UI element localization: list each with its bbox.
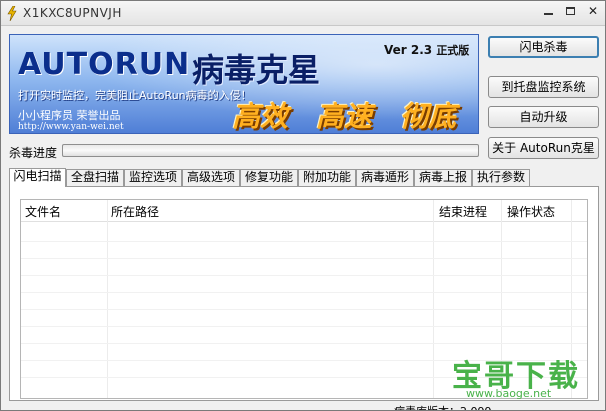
banner: AUTORUN 病毒克星 Ver 2.3 正式版 打开实时监控，完美阻止Auto… [9,34,479,134]
watermark: 宝哥下载 www.baoge.net [452,351,602,401]
col-filename[interactable]: 文件名 [25,203,61,220]
close-icon: ✕ [587,4,599,18]
slogan: 打开实时监控，完美阻止AutoRun病毒的入侵！ [18,89,252,102]
tab-extra[interactable]: 附加功能 [298,169,356,186]
author: 小小程序员 荣誉出品 [18,109,121,122]
virus-db-version: 病毒库版本：2.099 [394,403,492,410]
row-line [21,292,587,293]
tab-full-scan[interactable]: 全盘扫描 [66,169,124,186]
version-number: Ver 2.3 [384,43,433,57]
tray-monitor-button[interactable]: 到托盘监控系统 [488,76,599,98]
col-path[interactable]: 所在路径 [111,203,159,220]
minimize-icon [543,13,553,15]
tab-virus-stealth[interactable]: 病毒遁形 [356,169,414,186]
lightning-icon [7,6,17,21]
logo-text: AUTORUN [18,47,191,82]
col-end-process[interactable]: 结束进程 [439,203,487,220]
logo-cn: 病毒克星 [192,51,321,89]
app-window: X1KXC8UPNVJH ✕ AUTORUN 病毒克星 Ver 2.3 正式版 … [0,0,606,411]
auto-upgrade-button[interactable]: 自动升级 [488,106,599,128]
watermark-url: www.baoge.net [466,387,552,400]
author-url: http://www.yan-wei.net [18,122,124,132]
row-line [21,309,587,310]
window-title: X1KXC8UPNVJH [23,6,122,20]
column-divider [433,200,434,398]
row-line [21,343,587,344]
maximize-icon [565,7,575,15]
flash-kill-button[interactable]: 闪电杀毒 [488,36,599,58]
minimize-button[interactable] [537,3,559,21]
tab-advanced-options[interactable]: 高级选项 [182,169,240,186]
tab-repair[interactable]: 修复功能 [240,169,298,186]
version-label: Ver 2.3 正式版 [384,42,469,58]
progress-label: 杀毒进度 [9,146,58,160]
tab-monitor-options[interactable]: 监控选项 [124,169,182,186]
title-bar[interactable]: X1KXC8UPNVJH ✕ [1,1,605,26]
row-line [21,275,587,276]
row-line [21,241,587,242]
big-word-1: 高效 [232,100,289,133]
tab-flash-scan[interactable]: 闪电扫描 [9,168,66,187]
row-line [21,258,587,259]
about-button[interactable]: 关于 AutoRun克星 [488,137,599,159]
maximize-button[interactable] [559,3,581,21]
version-tag: 正式版 [436,44,470,57]
column-divider [107,200,108,398]
progress-bar [62,144,479,157]
big-word-2: 高速 [316,100,373,133]
col-status[interactable]: 操作状态 [507,203,555,220]
close-button[interactable]: ✕ [582,3,604,21]
big-word-3: 彻底 [400,100,457,133]
row-line [21,326,587,327]
tab-virus-report[interactable]: 病毒上报 [414,169,472,186]
tab-exec-params[interactable]: 执行参数 [472,169,530,186]
